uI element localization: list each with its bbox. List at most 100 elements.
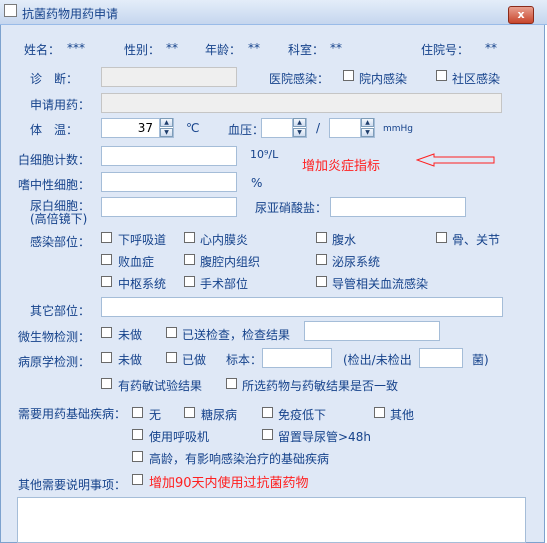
other-notes-label: 其他需要说明事项：	[18, 478, 127, 492]
age-value: **	[248, 41, 260, 55]
basic-disease-option: 免疫低下	[278, 408, 327, 422]
drug-match-checkbox[interactable]	[226, 378, 237, 389]
spinner-down-icon[interactable]: ▼	[361, 128, 374, 137]
title-checkbox[interactable]	[4, 4, 17, 17]
infection-site-checkbox[interactable]	[184, 254, 195, 265]
spinner-down-icon[interactable]: ▼	[160, 128, 173, 137]
pathogen-test-checkbox[interactable]	[101, 352, 112, 363]
infection-site-checkbox[interactable]	[101, 276, 112, 287]
community-infection-checkbox[interactable]	[436, 70, 447, 81]
neutrophil-label: 嗜中性细胞：	[18, 178, 91, 192]
pathogen-test-option: 未做	[118, 353, 143, 367]
infection-site-checkbox[interactable]	[316, 276, 327, 287]
micro-test-checkbox[interactable]	[101, 327, 112, 338]
infection-site-option: 中枢系统	[118, 277, 167, 291]
micro-test-result-field[interactable]	[304, 321, 440, 341]
micro-test-option: 未做	[118, 328, 143, 342]
infection-site-option: 手术部位	[200, 277, 249, 291]
basic-disease-checkbox[interactable]	[374, 407, 385, 418]
left-arrow-icon	[416, 153, 495, 167]
bacteria-field[interactable]	[419, 348, 463, 368]
basic-disease-checkbox[interactable]	[262, 429, 273, 440]
infection-site-option: 败血症	[118, 255, 155, 269]
gender-label: 性别：	[124, 43, 161, 57]
gender-value: **	[166, 41, 178, 55]
infection-site-checkbox[interactable]	[101, 232, 112, 243]
bp-unit: mmHg	[383, 124, 414, 134]
spinner-up-icon[interactable]: ▲	[293, 118, 306, 127]
name-label: 姓名：	[24, 43, 61, 57]
dept-label: 科室：	[288, 43, 325, 57]
community-infection-option-label: 社区感染	[452, 72, 501, 86]
infection-site-checkbox[interactable]	[316, 232, 327, 243]
basic-disease-option: 无	[149, 408, 162, 422]
basic-disease-option: 高龄，有影响感染治疗的基础疾病	[149, 452, 330, 466]
name-value: ***	[67, 41, 85, 55]
temperature-unit: ℃	[186, 121, 200, 135]
basic-disease-checkbox[interactable]	[184, 407, 195, 418]
drug-match-option: 所选药物与药敏结果是否一致	[242, 379, 399, 393]
pathogen-test-label: 病原学检测：	[18, 355, 91, 369]
bp-separator: /	[316, 121, 321, 135]
infection-site-checkbox[interactable]	[184, 276, 195, 287]
title-bar: 抗菌药物用药申请 x	[0, 0, 547, 25]
other-site-label: 其它部位：	[30, 304, 91, 318]
window-title: 抗菌药物用药申请	[22, 7, 119, 21]
basic-disease-option: 留置导尿管>48h	[278, 430, 371, 444]
spinner-up-icon[interactable]: ▲	[160, 118, 173, 127]
diagnosis-label: 诊 断：	[30, 72, 79, 86]
systolic-spinner[interactable]: ▲ ▼	[292, 118, 306, 138]
temperature-value: 37	[137, 121, 153, 135]
basic-disease-checkbox[interactable]	[132, 451, 143, 462]
basic-disease-option: 糖尿病	[201, 408, 238, 422]
infection-site-option: 腹水	[332, 233, 357, 247]
blood-pressure-label: 血压：	[228, 123, 265, 137]
infection-site-option: 泌尿系统	[332, 255, 381, 269]
infection-site-checkbox[interactable]	[101, 254, 112, 265]
infection-site-option: 导管相关血流感染	[332, 277, 429, 291]
nitrite-field[interactable]	[330, 197, 466, 217]
wbc-field[interactable]	[101, 146, 237, 166]
diagnosis-field[interactable]	[101, 67, 237, 87]
close-button[interactable]: x	[508, 6, 534, 24]
requested-drug-label: 申请用药：	[30, 98, 91, 112]
other-site-field[interactable]	[101, 297, 503, 317]
bacteria-label: 菌)	[472, 353, 489, 367]
inpatient-label: 住院号：	[421, 43, 470, 57]
diastolic-spinner[interactable]: ▲ ▼	[360, 118, 374, 138]
infection-site-option: 骨、关节	[452, 233, 501, 247]
spinner-up-icon[interactable]: ▲	[361, 118, 374, 127]
susceptibility-option: 有药敏试验结果	[118, 379, 203, 393]
infection-site-checkbox[interactable]	[436, 232, 447, 243]
hospital-infection-label: 医院感染：	[269, 72, 330, 86]
urine-wbc-field[interactable]	[101, 197, 237, 217]
specimen-field[interactable]	[262, 348, 332, 368]
wbc-label: 白细胞计数：	[18, 153, 91, 167]
basic-disease-checkbox[interactable]	[132, 429, 143, 440]
susceptibility-checkbox[interactable]	[101, 378, 112, 389]
spinner-down-icon[interactable]: ▼	[293, 128, 306, 137]
basic-disease-label: 需要用药基础疾病：	[18, 407, 127, 421]
basic-disease-option: 使用呼吸机	[149, 430, 210, 444]
temperature-label: 体 温：	[30, 123, 79, 137]
inpatient-value: **	[485, 41, 497, 55]
temperature-spinner[interactable]: ▲ ▼	[159, 118, 173, 138]
infection-site-option: 下呼吸道	[118, 233, 167, 247]
basic-disease-checkbox[interactable]	[132, 407, 143, 418]
inflammation-annotation: 增加炎症指标	[302, 159, 381, 174]
neutrophil-field[interactable]	[101, 172, 237, 192]
hospital-infection-checkbox[interactable]	[343, 70, 354, 81]
pathogen-test-checkbox[interactable]	[166, 352, 177, 363]
requested-drug-field[interactable]	[101, 93, 502, 113]
infection-site-label: 感染部位：	[30, 235, 91, 249]
nitrite-label: 尿亚硝酸盐：	[255, 201, 328, 215]
micro-test-option: 已送检查，检查结果	[182, 328, 291, 342]
other-notes-textarea[interactable]	[17, 497, 526, 543]
other-notes-checkbox[interactable]	[132, 474, 143, 485]
infection-site-checkbox[interactable]	[184, 232, 195, 243]
basic-disease-checkbox[interactable]	[262, 407, 273, 418]
infection-site-checkbox[interactable]	[316, 254, 327, 265]
infection-site-option: 腹腔内组织	[200, 255, 261, 269]
specimen-label: 标本：	[226, 353, 263, 367]
micro-test-checkbox[interactable]	[166, 327, 177, 338]
